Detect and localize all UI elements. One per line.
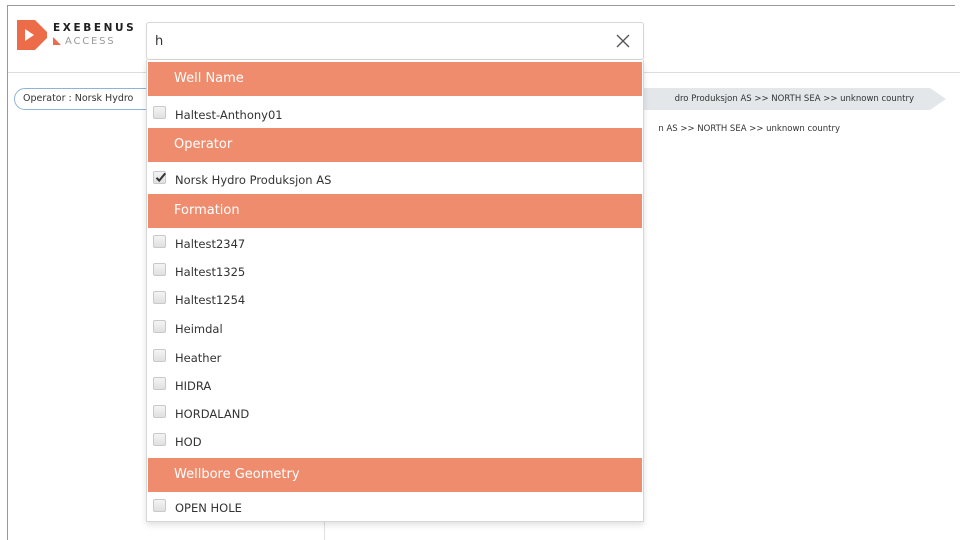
checkbox[interactable] [153, 499, 166, 512]
brand-name: EXEBENUS [53, 22, 137, 34]
checkbox[interactable] [153, 377, 166, 390]
logo-mark-icon [17, 20, 47, 50]
option-well-name[interactable]: Haltest-Anthony01 [151, 101, 641, 127]
checkbox-checked[interactable] [153, 171, 166, 184]
checkbox[interactable] [153, 433, 166, 446]
brand-arrow-icon [53, 37, 61, 45]
option-label: OPEN HOLE [175, 501, 242, 515]
option-formation[interactable]: Heather [151, 344, 641, 370]
search-results-dropdown: Well Name Haltest-Anthony01 Operator Nor… [146, 60, 644, 522]
checkmark-icon [155, 172, 166, 183]
option-formation[interactable]: Haltest1325 [151, 258, 641, 284]
option-label: Haltest1254 [175, 293, 246, 307]
breadcrumb-trail[interactable]: dro Produksjon AS >> NORTH SEA >> unknow… [614, 88, 930, 110]
group-header-operator: Operator [148, 128, 642, 162]
option-label: HORDALAND [175, 407, 250, 421]
option-formation[interactable]: Haltest1254 [151, 286, 641, 312]
search-box [146, 22, 644, 60]
option-label: Heimdal [175, 322, 223, 336]
option-formation[interactable]: HIDRA [151, 372, 641, 398]
option-label: Haltest1325 [175, 265, 246, 279]
option-formation[interactable]: HORDALAND [151, 400, 641, 426]
option-formation[interactable]: HOD [151, 428, 641, 454]
option-label: HIDRA [175, 379, 212, 393]
search-input[interactable] [155, 28, 595, 54]
option-label: Heather [175, 351, 222, 365]
breadcrumb-arrow-icon [930, 88, 946, 110]
option-label: HOD [175, 435, 202, 449]
group-header-wellbore-geometry: Wellbore Geometry [148, 458, 642, 492]
brand-sub-text: ACCESS [65, 36, 116, 47]
group-header-formation: Formation [148, 194, 642, 228]
option-formation[interactable]: Haltest2347 [151, 230, 641, 256]
option-label: Haltest2347 [175, 237, 246, 251]
brand-sub: ACCESS [53, 36, 115, 47]
option-label: Haltest-Anthony01 [175, 108, 283, 122]
checkbox[interactable] [153, 320, 166, 333]
group-header-well-name: Well Name [148, 62, 642, 96]
close-icon[interactable] [613, 29, 633, 53]
option-formation[interactable]: Heimdal [151, 315, 641, 341]
checkbox[interactable] [153, 405, 166, 418]
app: EXEBENUS ACCESS Operator : Norsk Hydro d… [0, 0, 960, 540]
option-operator[interactable]: Norsk Hydro Produksjon AS [151, 166, 641, 192]
checkbox[interactable] [153, 235, 166, 248]
option-label: Norsk Hydro Produksjon AS [175, 173, 332, 187]
checkbox[interactable] [153, 263, 166, 276]
brand-logo[interactable]: EXEBENUS ACCESS [17, 20, 147, 52]
checkbox[interactable] [153, 291, 166, 304]
option-wellbore-geometry[interactable]: OPEN HOLE [151, 494, 641, 520]
checkbox[interactable] [153, 106, 166, 119]
checkbox[interactable] [153, 349, 166, 362]
